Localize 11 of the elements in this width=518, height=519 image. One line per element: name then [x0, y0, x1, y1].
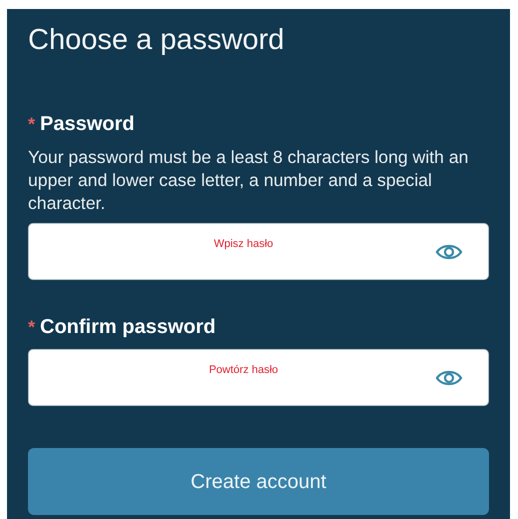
- eye-icon[interactable]: [435, 369, 463, 387]
- required-asterisk: *: [28, 113, 36, 136]
- eye-icon[interactable]: [435, 243, 463, 261]
- field-label: Password: [40, 112, 134, 136]
- password-requirements: Your password must be a least 8 characters long with an upper and lower case letter, a number and a special character.: [28, 146, 470, 215]
- password-field[interactable]: Wpisz hasło: [28, 223, 489, 280]
- create-account-button[interactable]: Create account: [28, 448, 489, 515]
- field-label: Confirm password: [40, 315, 216, 339]
- required-asterisk: *: [28, 316, 36, 339]
- page-title: Choose a password: [28, 23, 286, 57]
- password-field[interactable]: Powtórz hasło: [28, 349, 489, 406]
